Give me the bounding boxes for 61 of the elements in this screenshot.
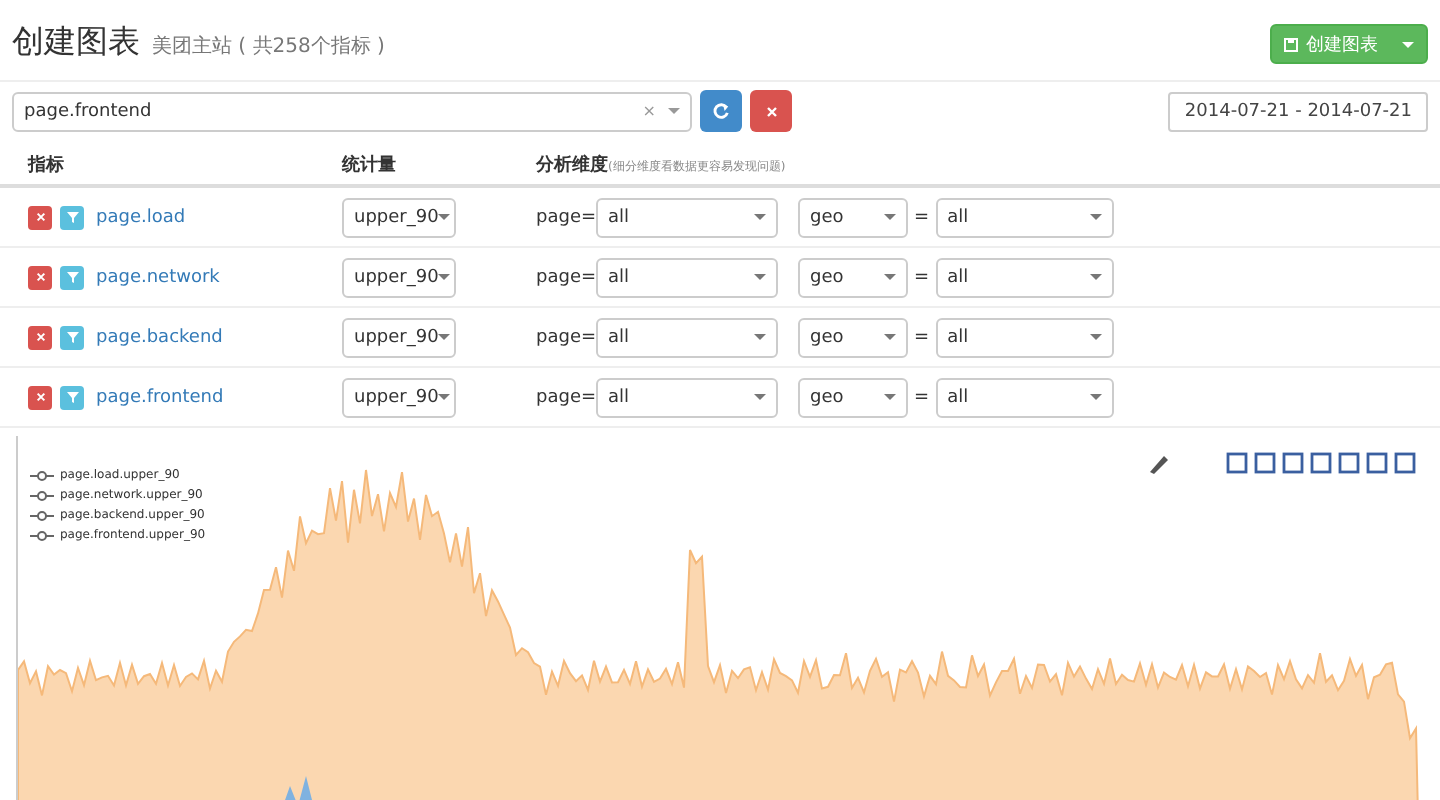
metric-select[interactable]: page.frontend ×	[12, 91, 692, 131]
remove-button[interactable]	[28, 265, 52, 289]
remove-button[interactable]	[28, 325, 52, 349]
close-icon	[35, 332, 45, 342]
stat-select[interactable]: upper_90	[342, 317, 456, 357]
legend-marker-icon	[30, 509, 54, 521]
close-icon	[765, 105, 777, 117]
filter-icon	[65, 210, 79, 224]
page-title: 创建图表	[12, 22, 140, 64]
stat-select[interactable]: upper_90	[342, 377, 456, 417]
dimension-select[interactable]: all	[935, 197, 1114, 237]
dimension-select[interactable]: all	[935, 377, 1114, 417]
column-header: 分析维度	[536, 152, 608, 177]
close-icon	[35, 272, 45, 282]
filter-icon	[65, 270, 79, 284]
save-icon	[1284, 37, 1298, 51]
legend-marker-icon	[30, 529, 54, 541]
refresh-icon	[712, 102, 730, 120]
dimension-label: page=	[536, 267, 597, 287]
dimension-select[interactable]: all	[935, 257, 1114, 297]
dimension-select[interactable]: all	[935, 317, 1114, 357]
chart-toolbox-drawing[interactable]	[1148, 452, 1420, 474]
remove-button[interactable]	[28, 385, 52, 409]
metric-link[interactable]: page.frontend	[96, 387, 224, 407]
filter-icon	[65, 330, 79, 344]
dimension-label: page=	[536, 387, 597, 407]
equals-label: =	[914, 387, 930, 407]
date-range-field[interactable]: 2014-07-21 - 2014-07-21	[1168, 91, 1428, 131]
filter-button[interactable]	[60, 385, 84, 409]
equals-label: =	[914, 267, 930, 287]
clear-button[interactable]	[750, 90, 792, 132]
dimension-label: page=	[536, 327, 597, 347]
legend-marker-icon	[30, 489, 54, 501]
dimension-select[interactable]: geo	[798, 377, 909, 417]
metric-link[interactable]: page.backend	[96, 327, 223, 347]
close-icon	[35, 212, 45, 222]
refresh-button[interactable]	[700, 90, 742, 132]
column-header: 统计量	[342, 152, 398, 177]
filter-button[interactable]	[60, 205, 84, 229]
equals-label: =	[914, 207, 930, 227]
metric-link[interactable]: page.load	[96, 207, 186, 227]
legend-marker-icon	[30, 469, 54, 481]
dimension-label: page=	[536, 207, 597, 227]
equals-label: =	[914, 327, 930, 347]
dimension-select[interactable]: all	[596, 377, 779, 417]
dimension-select[interactable]: all	[596, 197, 779, 237]
dimension-select[interactable]: geo	[798, 197, 909, 237]
stat-select[interactable]: upper_90	[342, 257, 456, 297]
page-subtitle: 美团主站 ( 共258个指标 )	[152, 33, 385, 60]
stat-select[interactable]: upper_90	[342, 197, 456, 237]
filter-icon	[65, 390, 79, 404]
dimension-select[interactable]: geo	[798, 257, 909, 297]
dimension-select[interactable]: all	[596, 257, 779, 297]
dimension-select[interactable]: geo	[798, 317, 909, 357]
close-icon	[35, 392, 45, 402]
remove-button[interactable]	[28, 205, 52, 229]
filter-button[interactable]	[60, 325, 84, 349]
dimension-select[interactable]: all	[596, 317, 779, 357]
filter-button[interactable]	[60, 265, 84, 289]
metric-link[interactable]: page.network	[96, 267, 220, 287]
column-header: 指标	[28, 153, 66, 177]
